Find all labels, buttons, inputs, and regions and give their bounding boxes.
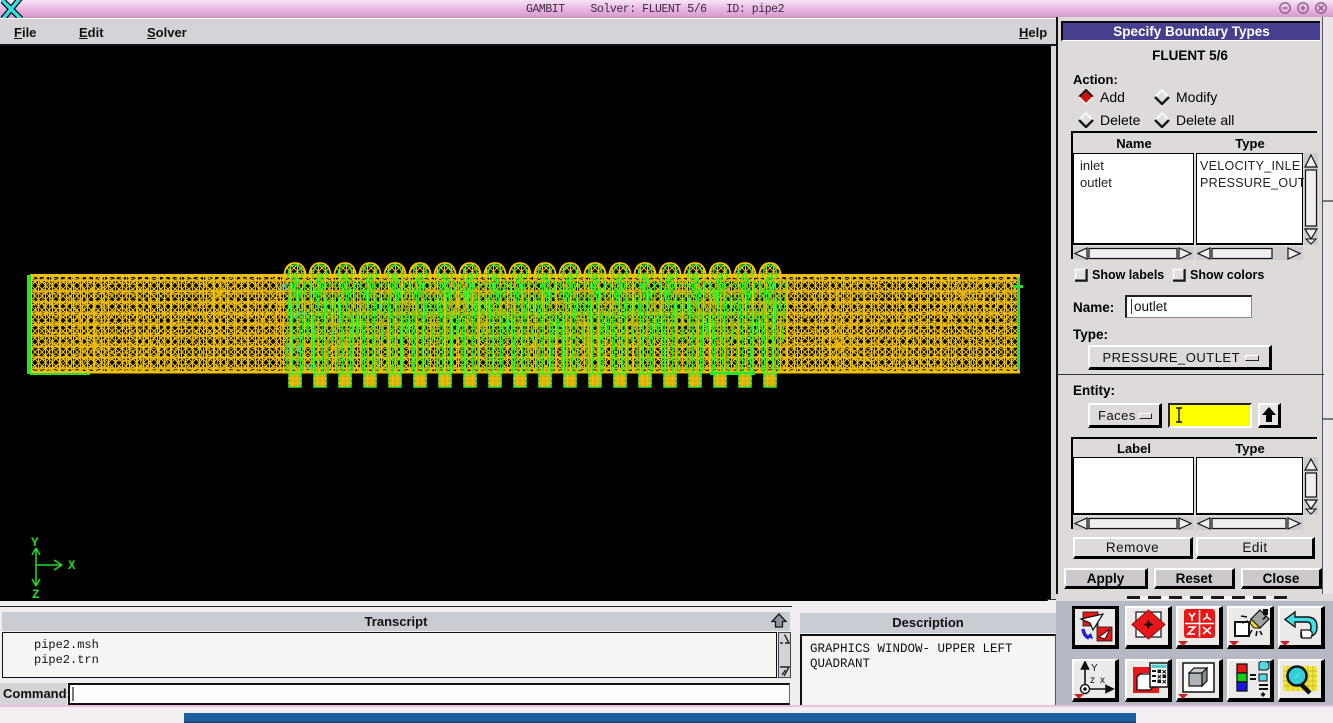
svg-text:Z: Z <box>32 588 40 601</box>
svg-text:Y: Y <box>1091 663 1098 674</box>
svg-text:x: x <box>1100 675 1105 686</box>
svg-text:X: X <box>68 559 76 573</box>
svg-text:Y: Y <box>31 536 39 550</box>
svg-text:z: z <box>1090 675 1095 686</box>
